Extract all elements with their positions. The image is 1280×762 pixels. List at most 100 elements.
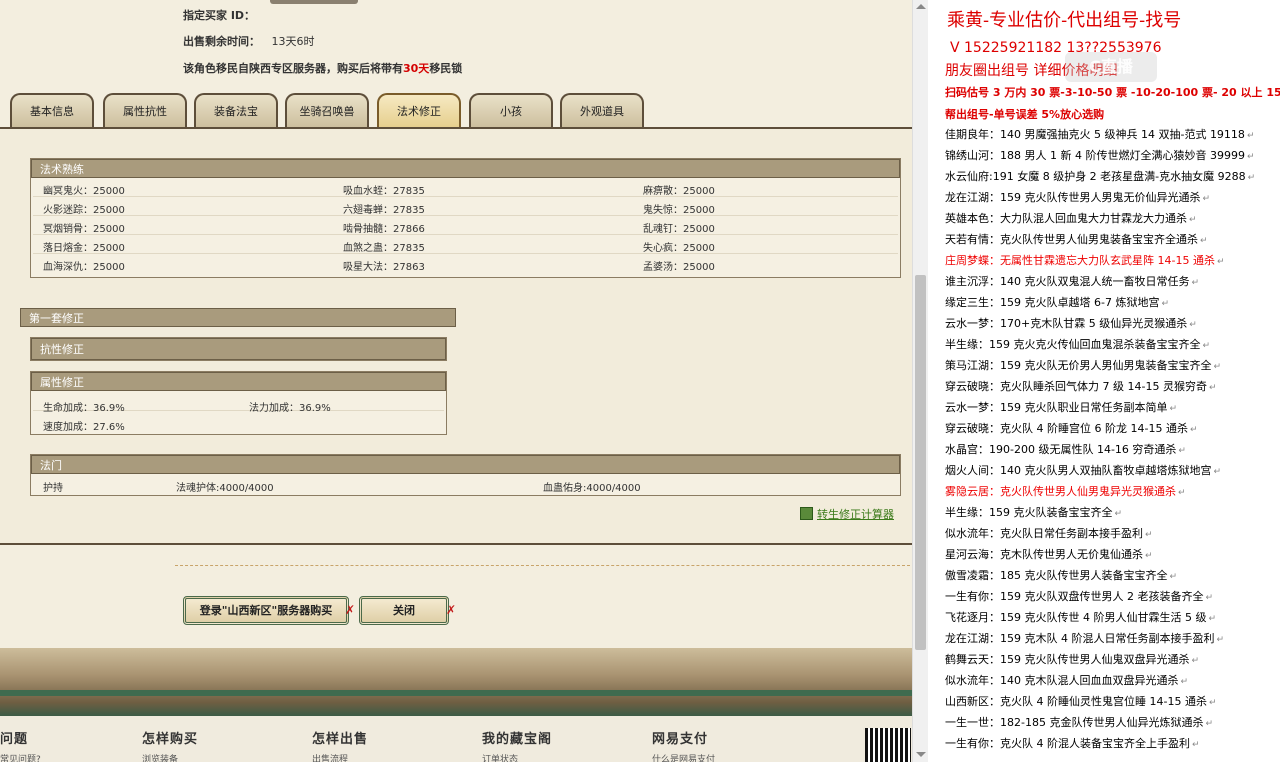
mastery-cell: 吸星大法：27863 (343, 262, 425, 273)
time-left-row: 出售剩余时间： 13天6时 (183, 33, 315, 49)
scrollbar-thumb[interactable] (915, 275, 926, 650)
note-list-item: 似水流年：克火队日常任务副本接手盈利 ↵ (945, 527, 1153, 540)
tab-mounts-pets[interactable]: 坐骑召唤兽 (285, 93, 369, 127)
note-list-item: 星河云海：克木队传世男人无价鬼仙通杀 ↵ (945, 548, 1153, 561)
note-list-item: 水云仙府:191 女魔 8 级护身 2 老孩星盘满-克水抽女魔 9288 ↵ (945, 170, 1256, 183)
note-list-item: 云水一梦：170+克木队甘霖 5 级仙异光灵猴通杀 ↵ (945, 317, 1197, 330)
note-list-item: 云水一梦：159 克火队职业日常任务副本简单 ↵ (945, 401, 1178, 414)
footer-col-title[interactable]: 我的藏宝阁 (482, 728, 552, 747)
mastery-cell: 火影迷踪：25000 (43, 205, 125, 216)
footer-col-title[interactable]: 怎样购买 (142, 728, 198, 747)
fabao-item: 血蛊佑身:4000/4000 (543, 483, 641, 494)
mastery-cell: 血海深仇：25000 (43, 262, 125, 273)
footer-col-link[interactable]: 什么是网易支付 (652, 752, 715, 762)
note-list-item: 庄周梦蝶：无属性甘霖遗忘大力队玄武星阵 14-15 通杀 ↵ (945, 254, 1225, 267)
calculator-icon (800, 507, 813, 520)
note-list-item: 佳期良年：140 男魔强抽克火 5 级神兵 14 双抽-范式 19118 ↵ (945, 128, 1255, 141)
note-list-item: 一生一世：182-185 克金队传世男人仙异光炼狱通杀 ↵ (945, 716, 1214, 729)
mastery-cell: 冥烟销骨：25000 (43, 224, 125, 235)
migrate-text-pre: 该角色移民自陕西专区服务器，购买后将带有 (183, 62, 403, 75)
migrate-text-post: 移民锁 (429, 62, 463, 75)
vertical-scrollbar[interactable] (912, 0, 928, 762)
note-scan-price: 扫码估号 3 万内 30 票-3-10-50 票 -10-20-100 票- 2… (945, 86, 1280, 99)
note-list-item: 穿云破晓：克火队睡杀回气体力 7 级 14-15 灵猴穷奇 ↵ (945, 380, 1217, 393)
mastery-cell: 乱魂钉：25000 (643, 224, 715, 235)
attr-cell: 速度加成：27.6% (43, 422, 125, 433)
footer-col-link[interactable]: 浏览装备 (142, 752, 178, 762)
mastery-title: 法术熟练 (31, 159, 900, 178)
note-list-item: 一生有你：克火队 4 阶混人装备宝宝齐全上手盈利 ↵ (945, 737, 1200, 750)
note-list-item: 似水流年：140 克木队混人回血血双盘异光通杀 ↵ (945, 674, 1189, 687)
correction-calculator-link[interactable]: 转生修正计算器 (800, 506, 894, 522)
note-list-item: 飞花逐月：159 克火队传世 4 阶男人仙甘霖生活 5 级 ↵ (945, 611, 1217, 624)
note-list-item: 半生缘：159 克火克火传仙回血鬼混杀装备宝宝齐全 ↵ (945, 338, 1211, 351)
note-help: 帮出组号-单号误差 5%放心选购 (945, 108, 1105, 121)
footer-col-link[interactable]: 出售流程 (312, 752, 348, 762)
mastery-cell: 鬼失惊：25000 (643, 205, 715, 216)
tab-spell-correction[interactable]: 法术修正 (377, 93, 461, 127)
tab-equipment[interactable]: 装备法宝 (194, 93, 278, 127)
footer-col-link[interactable]: 常见问题? (0, 752, 41, 762)
resist-correction-title: 抗性修正 (31, 338, 446, 360)
mastery-cell: 吸血水蛭：27835 (343, 186, 425, 197)
footer-col-link[interactable]: 订单状态 (482, 752, 518, 762)
note-list-item: 龙在江湖：159 克火队传世男人男鬼无价仙异光通杀 ↵ (945, 191, 1211, 204)
live-watermark: C直播 (1065, 52, 1157, 82)
attr-correction-title: 属性修正 (31, 372, 446, 391)
decorative-banner (0, 648, 912, 716)
footer-col-title[interactable]: 网易支付 (652, 728, 708, 747)
note-list-item: 锦绣山河：188 男人 1 新 4 阶传世燃灯全满心猿妙音 39999 ↵ (945, 149, 1255, 162)
footer-col-title[interactable]: 问题 (0, 728, 28, 747)
attr-cell: 法力加成：36.9% (249, 403, 331, 414)
tab-appearance[interactable]: 外观道具 (560, 93, 644, 127)
scroll-down-arrow-icon[interactable] (916, 752, 926, 757)
buyer-id-row: 指定买家 ID： (183, 7, 255, 23)
resist-correction-section[interactable]: 抗性修正 (30, 337, 447, 361)
note-list-item: 山西新区：克火队 4 阶睡仙灵性鬼宫位睡 14-15 通杀 ↵ (945, 695, 1217, 708)
mastery-cell: 血煞之蛊：27835 (343, 243, 425, 254)
buyer-id-label: 指定买家 ID： (183, 9, 256, 22)
fabao-item: 法魂护体:4000/4000 (176, 483, 274, 494)
footer-col-title[interactable]: 怎样出售 (312, 728, 368, 747)
content-panel: 法术熟练 幽冥鬼火：25000 吸血水蛭：27835 麻痹散：25000 火影迷… (0, 127, 912, 545)
tab-attributes[interactable]: 属性抗性 (103, 93, 187, 127)
notepad-panel: 乘黄-专业估价-代出组号-找号 V 15225921182 13??255397… (928, 0, 1280, 762)
attr-cell: 生命加成：36.9% (43, 403, 125, 414)
fabao-title: 法门 (31, 455, 900, 474)
footer: 问题 常见问题? 怎样购买 浏览装备 怎样出售 出售流程 我的藏宝阁 订单状态 … (0, 716, 912, 762)
qr-code-icon (865, 728, 911, 762)
note-list-item: 雾隐云居：克火队传世男人仙男鬼异光灵猴通杀 ↵ (945, 485, 1186, 498)
note-list-item: 烟火人间：140 克火队男人双抽队畜牧卓越塔炼狱地宫 ↵ (945, 464, 1222, 477)
note-list-item: 傲雪凌霜：185 克火队传世男人装备宝宝齐全 ↵ (945, 569, 1178, 582)
mastery-cell: 孟婆汤：25000 (643, 262, 715, 273)
note-list-item: 半生缘：159 克火队装备宝宝齐全 ↵ (945, 506, 1123, 519)
note-list-item: 策马江湖：159 克火队无价男人男仙男鬼装备宝宝齐全 ↵ (945, 359, 1222, 372)
mastery-cell: 落日熔金：25000 (43, 243, 125, 254)
time-left-label: 出售剩余时间： (183, 35, 260, 48)
time-left-value: 13天6时 (271, 35, 315, 48)
note-list-item: 水晶宫：190-200 级无属性队 14-16 穷奇通杀 ↵ (945, 443, 1186, 456)
mastery-cell: 幽冥鬼火：25000 (43, 186, 125, 197)
mastery-cell: 啮骨抽髓：27866 (343, 224, 425, 235)
tab-bar: 基本信息 属性抗性 装备法宝 坐骑召唤兽 法术修正 小孩 外观道具 (8, 93, 908, 129)
top-button-edge[interactable] (270, 0, 358, 4)
note-list-item: 一生有你：159 克火队双盘传世男人 2 老孩装备齐全 ↵ (945, 590, 1214, 603)
note-title: 乘黄-专业估价-代出组号-找号 (947, 10, 1182, 31)
note-list-item: 穿云破晓：克火队 4 阶睡宫位 6 阶龙 14-15 通杀 ↵ (945, 422, 1198, 435)
mastery-cell: 失心疯：25000 (643, 243, 715, 254)
divider (175, 565, 910, 566)
scroll-up-arrow-icon[interactable] (916, 4, 926, 9)
attr-correction-section: 属性修正 生命加成：36.9% 法力加成：36.9% 速度加成：27.6% (30, 371, 447, 435)
close-button[interactable]: 关闭 (359, 596, 449, 625)
close-x-icon: ✗ (345, 603, 356, 617)
mastery-cell: 麻痹散：25000 (643, 186, 715, 197)
note-list-item: 缘定三生：159 克火队卓越塔 6-7 炼狱地宫 ↵ (945, 296, 1169, 309)
tab-basic-info[interactable]: 基本信息 (10, 93, 94, 127)
fabao-section: 法门 护持 法魂护体:4000/4000 血蛊佑身:4000/4000 (30, 454, 901, 496)
tab-children[interactable]: 小孩 (469, 93, 553, 127)
login-buy-button[interactable]: 登录"山西新区"服务器购买 (183, 596, 349, 625)
note-list-item: 英雄本色：大力队混人回血鬼大力甘霖龙大力通杀 ↵ (945, 212, 1197, 225)
close-x-icon: ✗ (446, 603, 457, 617)
correction-set-title: 第一套修正 (20, 308, 456, 327)
fabao-item: 护持 (43, 483, 63, 494)
